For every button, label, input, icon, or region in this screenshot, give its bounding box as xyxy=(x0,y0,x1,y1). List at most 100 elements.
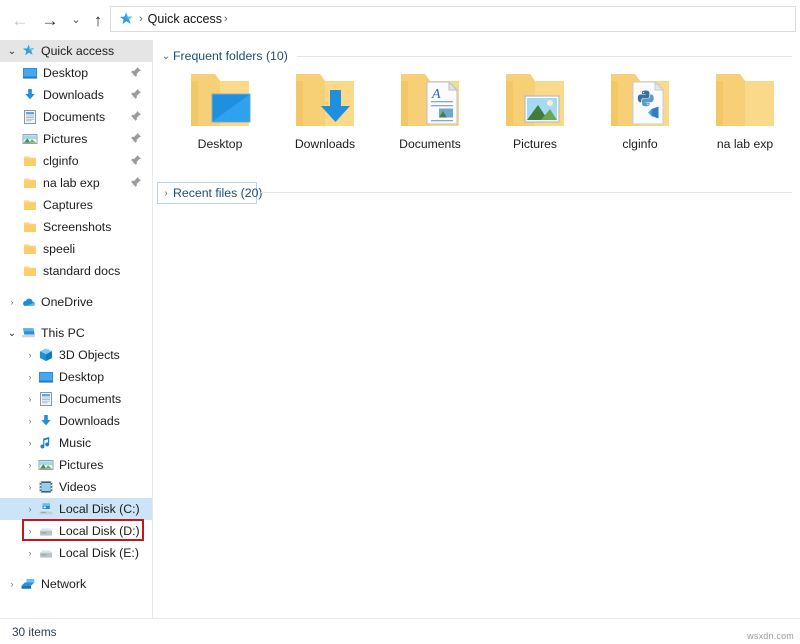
downloads-icon xyxy=(41,415,51,426)
sidebar-item-label: This PC xyxy=(41,326,85,340)
chevron-right-icon[interactable]: › xyxy=(4,297,20,307)
folder-desktop-icon xyxy=(191,74,251,126)
chevron-right-icon[interactable]: › xyxy=(22,350,38,360)
chevron-right-icon[interactable]: › xyxy=(22,460,38,470)
navigation-bar: ← → ⌄ ↑ › Quick access › xyxy=(0,0,800,40)
3d-objects-icon xyxy=(40,348,52,361)
sidebar-item-label: Documents xyxy=(59,392,122,406)
up-arrow-icon[interactable]: ↑ xyxy=(86,8,110,32)
documents-icon xyxy=(40,392,52,406)
chevron-right-icon[interactable]: › xyxy=(4,579,20,589)
sidebar-item-documents[interactable]: Documents xyxy=(0,106,152,128)
system-drive-icon xyxy=(39,503,53,515)
sidebar-item-standard-docs[interactable]: standard docs xyxy=(0,260,152,282)
chevron-right-icon[interactable]: › xyxy=(22,372,38,382)
chevron-right-icon[interactable]: › xyxy=(159,188,173,199)
chevron-down-icon[interactable]: ⌄ xyxy=(4,328,20,339)
sidebar-item-local-disk-e[interactable]: › Local Disk (E:) xyxy=(0,542,152,564)
sidebar-item-downloads[interactable]: Downloads xyxy=(0,84,152,106)
sidebar-item-na-lab-exp[interactable]: na lab exp xyxy=(0,172,152,194)
sidebar-item-pictures[interactable]: Pictures xyxy=(0,128,152,150)
folder-tile-pictures[interactable]: Pictures xyxy=(485,68,585,151)
folder-tile-documents[interactable]: A Documents xyxy=(380,68,480,151)
forward-arrow-icon[interactable]: → xyxy=(38,8,62,32)
item-count-label: 30 items xyxy=(12,624,57,639)
sidebar-item-label: OneDrive xyxy=(41,295,93,309)
sidebar-item-network[interactable]: › Network xyxy=(0,573,152,595)
sidebar-item-local-disk-d[interactable]: › Local Disk (D:) xyxy=(0,520,152,542)
chevron-down-icon[interactable]: ⌄ xyxy=(4,46,20,57)
pictures-icon xyxy=(38,460,54,470)
breadcrumb-separator-trailing[interactable]: › xyxy=(224,13,228,25)
folder-tile-label: Downloads xyxy=(294,137,356,151)
sidebar-item-label: Local Disk (D:) xyxy=(59,524,140,538)
watermark-label: wsxdn.com xyxy=(747,631,794,641)
pin-icon[interactable] xyxy=(130,88,142,101)
folder-tile-downloads[interactable]: Downloads xyxy=(275,68,375,151)
sidebar-item-label: speeli xyxy=(43,242,76,256)
sidebar-item-label: Documents xyxy=(43,110,106,124)
chevron-down-icon[interactable]: ⌄ xyxy=(159,51,173,62)
chevron-right-icon[interactable]: › xyxy=(22,394,38,404)
sidebar-item-label: Pictures xyxy=(59,458,104,472)
folder-icon xyxy=(24,244,36,254)
pin-icon[interactable] xyxy=(130,132,142,145)
sidebar-item-label: 3D Objects xyxy=(59,348,120,362)
sidebar-item-this-pc[interactable]: ⌄ This PC xyxy=(0,322,152,344)
chevron-right-icon[interactable]: › xyxy=(22,548,38,558)
sidebar-item-speeli[interactable]: speeli xyxy=(0,238,152,260)
desktop-icon xyxy=(39,372,53,383)
folder-tile-desktop[interactable]: Desktop xyxy=(170,68,270,151)
sidebar-item-this-pc-pictures[interactable]: › Pictures xyxy=(0,454,152,476)
videos-icon xyxy=(39,481,53,493)
sidebar-item-label: Pictures xyxy=(43,132,88,146)
group-title: Recent files (20) xyxy=(173,186,263,200)
star-icon xyxy=(22,44,35,56)
folder-tile-clginfo[interactable]: clginfo xyxy=(590,68,690,151)
recent-locations-chevron-icon[interactable]: ⌄ xyxy=(64,8,88,32)
folder-pictures-icon xyxy=(506,74,564,126)
navigation-pane[interactable]: ⌄ Quick access Desktop Downloads Documen… xyxy=(0,40,152,618)
chevron-right-icon[interactable]: › xyxy=(22,482,38,492)
status-bar: 30 items xyxy=(0,619,800,644)
pin-icon[interactable] xyxy=(130,110,142,123)
group-header-recent-files[interactable]: › Recent files (20) xyxy=(159,184,271,202)
sidebar-item-label: Network xyxy=(41,577,87,591)
folder-tile-na-lab-exp[interactable]: na lab exp xyxy=(695,68,795,151)
back-arrow-icon[interactable]: ← xyxy=(8,8,32,32)
sidebar-item-label: Captures xyxy=(43,198,93,212)
sidebar-item-screenshots[interactable]: Screenshots xyxy=(0,216,152,238)
sidebar-item-music[interactable]: › Music xyxy=(0,432,152,454)
chevron-right-icon[interactable]: › xyxy=(22,526,38,536)
sidebar-item-clginfo[interactable]: clginfo xyxy=(0,150,152,172)
sidebar-item-captures[interactable]: Captures xyxy=(0,194,152,216)
group-header-frequent-folders[interactable]: ⌄ Frequent folders (10) xyxy=(159,47,296,65)
sidebar-item-videos[interactable]: › Videos xyxy=(0,476,152,498)
chevron-right-icon[interactable]: › xyxy=(22,416,38,426)
address-bar[interactable]: › Quick access › xyxy=(110,6,796,32)
music-note-icon xyxy=(40,437,50,449)
folder-documents-icon: A xyxy=(401,74,459,126)
sidebar-item-desktop[interactable]: Desktop xyxy=(0,62,152,84)
folder-tile-label: Desktop xyxy=(197,137,243,151)
pin-icon[interactable] xyxy=(130,66,142,79)
sidebar-item-this-pc-desktop[interactable]: › Desktop xyxy=(0,366,152,388)
file-explorer-window: ← → ⌄ ↑ › Quick access › ⌄ Quick access xyxy=(0,0,800,644)
sidebar-item-local-disk-c[interactable]: › Local Disk (C:) xyxy=(0,498,152,520)
sidebar-item-label: Downloads xyxy=(43,88,104,102)
sidebar-item-this-pc-documents[interactable]: › Documents xyxy=(0,388,152,410)
onedrive-cloud-icon xyxy=(23,298,35,306)
sidebar-item-quick-access[interactable]: ⌄ Quick access xyxy=(0,40,152,62)
pictures-icon xyxy=(22,134,38,144)
sidebar-item-this-pc-downloads[interactable]: › Downloads xyxy=(0,410,152,432)
sidebar-item-onedrive[interactable]: › OneDrive xyxy=(0,291,152,313)
chevron-right-icon[interactable]: › xyxy=(22,438,38,448)
sidebar-item-label: Local Disk (E:) xyxy=(59,546,139,560)
chevron-right-icon[interactable]: › xyxy=(22,504,38,514)
sidebar-item-3d-objects[interactable]: › 3D Objects xyxy=(0,344,152,366)
documents-icon xyxy=(24,110,36,124)
pin-icon[interactable] xyxy=(130,176,142,189)
pin-icon[interactable] xyxy=(130,154,142,167)
breadcrumb-quick-access[interactable]: Quick access xyxy=(148,12,222,26)
